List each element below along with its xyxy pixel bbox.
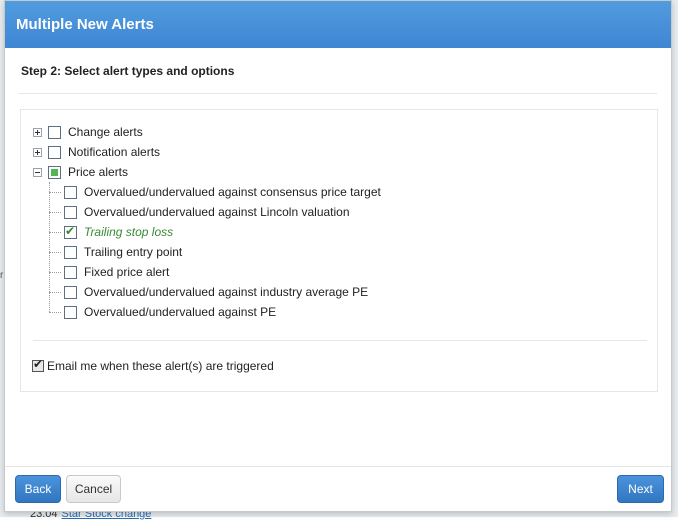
tree-leaf-trailing-entry-point[interactable]: Trailing entry point (49, 242, 381, 262)
dialog-footer: Back Cancel Next (5, 466, 671, 511)
tree-leaf-label: Trailing stop loss (84, 225, 174, 239)
tree-leaf-lincoln-valuation[interactable]: Overvalued/undervalued against Lincoln v… (49, 202, 381, 222)
tree-node-notification-alerts[interactable]: Notification alerts (33, 142, 381, 162)
dialog-title: Multiple New Alerts (16, 16, 154, 33)
tree-connector (49, 272, 61, 273)
expand-icon[interactable] (33, 147, 42, 157)
tree-leaf-label: Overvalued/undervalued against consensus… (84, 185, 381, 199)
tree-leaf-label: Overvalued/undervalued against industry … (84, 285, 369, 299)
lincoln-valuation-checkbox[interactable] (64, 205, 77, 219)
tree-connector (49, 252, 61, 253)
tree-leaf-against-pe[interactable]: Overvalued/undervalued against PE (49, 302, 381, 322)
expand-icon[interactable] (33, 127, 42, 137)
next-button[interactable]: Next (617, 475, 664, 503)
trailing-entry-point-checkbox[interactable] (64, 245, 77, 259)
tree-leaf-label: Trailing entry point (84, 245, 183, 259)
against-pe-checkbox[interactable] (64, 305, 77, 319)
tree-leaf-industry-average-pe[interactable]: Overvalued/undervalued against industry … (49, 282, 381, 302)
tree-node-price-alerts[interactable]: Price alerts (33, 162, 381, 182)
alert-types-panel: Change alerts Notification alerts Price … (20, 109, 658, 392)
notification-alerts-checkbox[interactable] (48, 145, 61, 159)
tree-leaf-consensus-price-target[interactable]: Overvalued/undervalued against consensus… (49, 182, 381, 202)
step-title: Step 2: Select alert types and options (19, 48, 657, 94)
collapse-icon[interactable] (33, 167, 42, 177)
change-alerts-checkbox[interactable] (48, 125, 61, 139)
email-checkbox[interactable] (32, 357, 44, 372)
trailing-stop-loss-checkbox[interactable] (64, 224, 77, 239)
tree-leaf-label: Overvalued/undervalued against Lincoln v… (84, 205, 350, 219)
price-alerts-children: Overvalued/undervalued against consensus… (49, 182, 381, 322)
fixed-price-alert-checkbox[interactable] (64, 265, 77, 279)
consensus-price-target-checkbox[interactable] (64, 185, 77, 199)
tree-leaf-label: Fixed price alert (84, 265, 170, 279)
tree-connector (49, 312, 61, 313)
back-button[interactable]: Back (15, 475, 61, 503)
cancel-button[interactable]: Cancel (66, 475, 121, 503)
dialog-body: Step 2: Select alert types and options C… (5, 48, 671, 392)
tree-leaf-label: Overvalued/undervalued against PE (84, 305, 277, 319)
email-label: Email me when these alert(s) are trigger… (47, 359, 274, 373)
tree-connector (49, 212, 61, 213)
tree-node-change-alerts[interactable]: Change alerts (33, 122, 381, 142)
panel-divider (33, 340, 647, 341)
tree-leaf-fixed-price-alert[interactable]: Fixed price alert (49, 262, 381, 282)
tree-node-label: Change alerts (68, 125, 143, 139)
tree-connector (49, 232, 61, 233)
tree-node-label: Price alerts (68, 165, 129, 179)
dialog-header: Multiple New Alerts (5, 1, 671, 48)
tree-connector (49, 292, 61, 293)
alert-type-tree: Change alerts Notification alerts Price … (33, 122, 381, 322)
tree-connector (49, 192, 61, 193)
tree-node-label: Notification alerts (68, 145, 161, 159)
email-option-row[interactable]: Email me when these alert(s) are trigger… (32, 357, 274, 373)
price-alerts-checkbox[interactable] (48, 165, 61, 179)
tree-leaf-trailing-stop-loss[interactable]: Trailing stop loss (49, 222, 381, 242)
multiple-new-alerts-dialog: Multiple New Alerts Step 2: Select alert… (4, 0, 672, 512)
background-fragment-left: r (0, 270, 4, 281)
industry-average-pe-checkbox[interactable] (64, 285, 77, 299)
